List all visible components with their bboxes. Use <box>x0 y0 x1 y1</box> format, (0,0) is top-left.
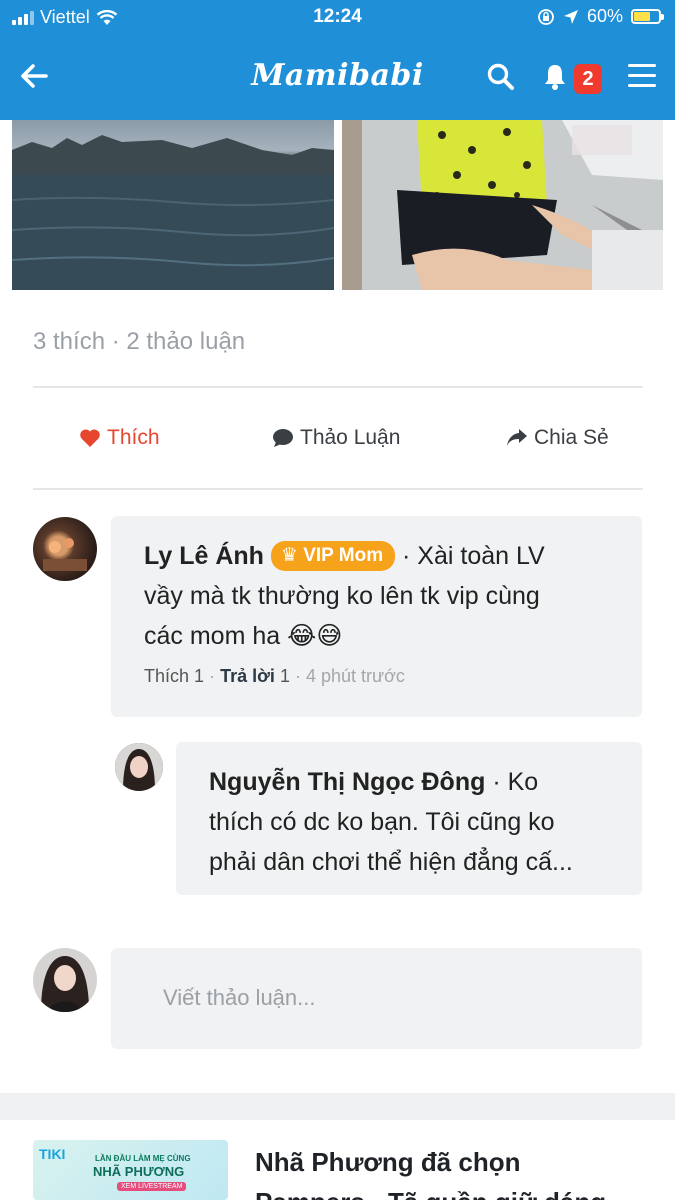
avatar-photo <box>115 743 163 791</box>
post-photo-person[interactable] <box>342 120 663 290</box>
orientation-lock-icon <box>538 8 554 25</box>
person-on-boat-illustration <box>342 120 663 290</box>
status-bar: Viettel 12:24 60% <box>0 0 675 34</box>
like-button[interactable]: Thích <box>79 426 160 450</box>
share-label: Chia Sẻ <box>534 426 609 449</box>
divider <box>33 488 643 490</box>
crown-icon: ♛ <box>280 545 298 566</box>
app-header: Mamibabi 2 <box>0 34 675 120</box>
like-label: Thích <box>107 426 160 449</box>
comment-like-button[interactable]: Thích 1 <box>144 666 204 686</box>
comment-label: Thảo Luận <box>300 426 401 449</box>
reply-body-line1: · Ko <box>485 768 539 796</box>
avatar-photo <box>43 538 87 571</box>
comment-meta: Thích 1 · Trả lời 1 · 4 phút trước <box>144 666 405 686</box>
write-comment-box[interactable] <box>111 948 642 1049</box>
comment-reply-button[interactable]: Trả lời 1 <box>220 666 290 686</box>
share-arrow-icon <box>507 429 527 446</box>
comment-text: Ly Lê Ánh ♛ VIP Mom · Xài toàn LV vầy mà… <box>144 536 614 656</box>
comment-body-line3: các mom ha 😂😅 <box>144 622 343 650</box>
reply-text: Nguyễn Thị Ngọc Đông · Ko thích có dc ko… <box>209 762 629 882</box>
vip-badge: ♛ VIP Mom <box>270 541 396 571</box>
speech-bubble-icon <box>273 429 293 447</box>
comment-bubble: Ly Lê Ánh ♛ VIP Mom · Xài toàn LV vầy mà… <box>111 516 642 717</box>
post-photo-sea[interactable] <box>12 120 334 290</box>
menu-button[interactable] <box>628 64 656 90</box>
notification-button[interactable] <box>540 62 572 94</box>
reply-bubble: Nguyễn Thị Ngọc Đông · Ko thích có dc ko… <box>176 742 642 895</box>
search-icon <box>487 63 514 90</box>
comment-body-line2: vầy mà tk thường ko lên tk vip cùng <box>144 582 540 610</box>
comment-input[interactable] <box>163 978 603 1018</box>
notification-badge[interactable]: 2 <box>574 64 602 94</box>
location-arrow-icon <box>563 9 578 24</box>
current-user-avatar[interactable] <box>33 948 97 1012</box>
post-stats[interactable]: 3 thích · 2 thảo luận <box>33 328 245 356</box>
divider <box>33 386 643 388</box>
comment-time: 4 phút trước <box>305 666 405 686</box>
related-post-title[interactable]: Nhã Phương đã chọn Pampers - Tã quần giữ… <box>255 1142 655 1200</box>
search-button[interactable] <box>486 62 518 94</box>
related-post-thumbnail[interactable]: TIKI LẦN ĐẦU LÀM MẸ CÙNG NHÃ PHƯƠNG XEM … <box>33 1140 228 1200</box>
status-right: 60% <box>537 6 664 27</box>
comment-author[interactable]: Ly Lê Ánh <box>144 542 264 570</box>
reply-author[interactable]: Nguyễn Thị Ngọc Đông <box>209 768 485 796</box>
section-separator <box>0 1093 675 1120</box>
reply-body-line3: phải dân chơi thể hiện đẳng cấ... <box>209 848 573 876</box>
menu-icon <box>628 64 656 67</box>
reply-avatar[interactable] <box>115 743 163 791</box>
comment-body-line1: · Xài toàn LV <box>395 542 545 570</box>
tiki-logo: TIKI <box>39 1146 66 1162</box>
post-actions: Thích Thảo Luận Chia Sẻ <box>0 420 675 460</box>
reply-body-line2: thích có dc ko bạn. Tôi cũng ko <box>209 808 555 836</box>
heart-icon <box>80 429 100 447</box>
share-button[interactable]: Chia Sẻ <box>506 426 609 450</box>
comment-button[interactable]: Thảo Luận <box>272 426 400 450</box>
mountain-silhouette <box>12 135 334 290</box>
battery-percent: 60% <box>586 6 623 26</box>
avatar-photo <box>41 956 89 1012</box>
commenter-avatar[interactable] <box>33 517 97 581</box>
bell-icon <box>545 65 565 90</box>
battery-icon <box>631 9 664 24</box>
